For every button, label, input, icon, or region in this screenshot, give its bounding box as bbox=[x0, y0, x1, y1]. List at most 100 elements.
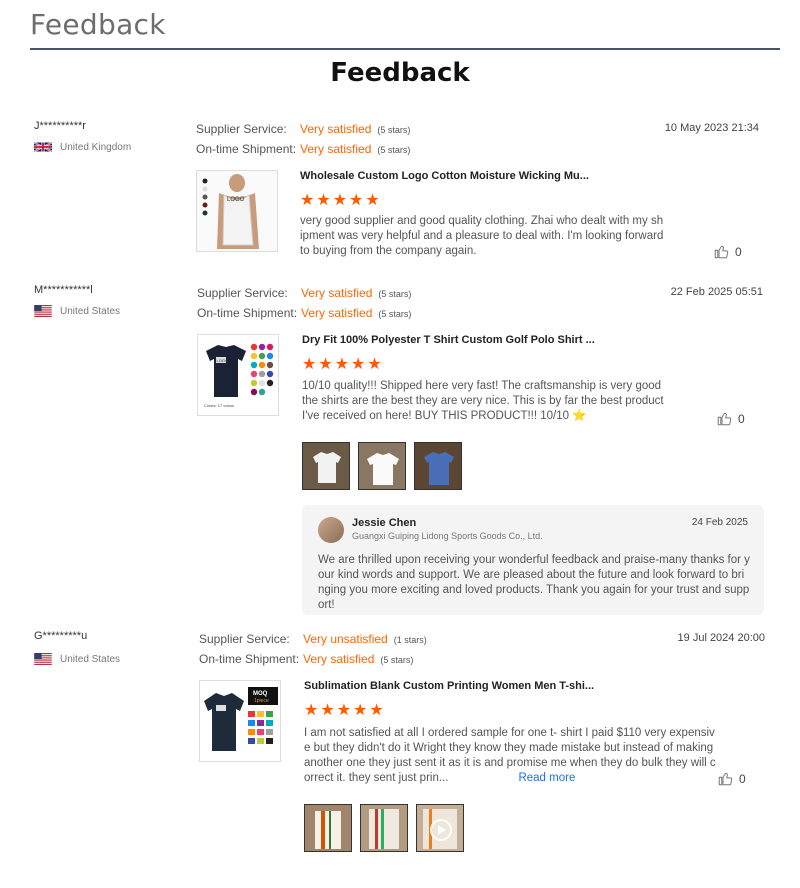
product-title[interactable]: Wholesale Custom Logo Cotton Moisture Wi… bbox=[300, 170, 589, 182]
review-photo[interactable] bbox=[302, 442, 350, 490]
thumbs-up-icon bbox=[717, 412, 732, 426]
review-item: G*********u United States Supplier Servi… bbox=[0, 630, 800, 860]
star-icon: ★ bbox=[332, 192, 348, 209]
uk-flag-icon bbox=[34, 141, 52, 153]
reply-text: We are thrilled upon receiving your wond… bbox=[318, 554, 750, 611]
star-rating: ★ ★ ★ ★ ★ bbox=[302, 357, 382, 373]
svg-text:1piece: 1piece bbox=[254, 698, 269, 704]
like-count: 0 bbox=[739, 771, 746, 786]
reviewer-country: United States bbox=[34, 305, 120, 317]
polo-shirt-image: LOGO Colors: 17 colors bbox=[198, 335, 278, 415]
blue-polo-photo bbox=[415, 443, 461, 489]
like-count: 0 bbox=[735, 244, 742, 259]
review-item: M***********l United States Supplier Ser… bbox=[0, 284, 800, 615]
review-item: J**********r United Kingdom Supplier Ser… bbox=[0, 120, 800, 270]
review-text-body: I am not satisfied at all I ordered samp… bbox=[304, 727, 716, 784]
supplier-service-rating: Supplier Service: Very satisfied (5 stars) bbox=[197, 286, 411, 300]
white-polo-photo bbox=[359, 443, 405, 489]
supplier-reply: Jessie Chen Guangxi Guiping Lidong Sport… bbox=[302, 505, 764, 615]
reviewer-country: United States bbox=[34, 653, 120, 665]
star-icon: ★ bbox=[320, 702, 335, 719]
video-thumbnail bbox=[417, 805, 463, 851]
white-polo-photo bbox=[303, 443, 349, 489]
star-icon: ★ bbox=[302, 356, 317, 373]
page-title: Feedback bbox=[330, 58, 470, 88]
avatar bbox=[318, 517, 344, 543]
star-icon: ★ bbox=[365, 192, 380, 209]
shirt-photo bbox=[305, 805, 351, 851]
star-rating: ★ ★ ★ ★ ★ bbox=[304, 703, 384, 719]
supplier-service-stars: (5 stars) bbox=[377, 125, 411, 135]
reviewer-info: J**********r United Kingdom bbox=[34, 120, 131, 153]
tank-top-image: LOGO bbox=[197, 171, 277, 251]
svg-text:LOGO: LOGO bbox=[227, 197, 245, 203]
star-icon: ★ bbox=[316, 192, 331, 209]
review-photo[interactable] bbox=[304, 804, 352, 852]
review-photos bbox=[304, 804, 464, 852]
star-icon: ★ bbox=[336, 702, 352, 719]
reviewer-info: G*********u United States bbox=[34, 630, 120, 665]
like-button[interactable]: 0 bbox=[714, 244, 742, 259]
reply-company-name: Guangxi Guiping Lidong Sports Goods Co.,… bbox=[352, 531, 543, 541]
review-text: 10/10 quality!!! Shipped here very fast!… bbox=[302, 380, 664, 422]
review-photo[interactable] bbox=[358, 442, 406, 490]
star-icon: ★ bbox=[351, 356, 366, 373]
star-icon: ★ bbox=[353, 702, 368, 719]
shipment-stars: (5 stars) bbox=[380, 655, 414, 665]
product-thumbnail[interactable]: LOGO bbox=[196, 170, 278, 252]
product-title[interactable]: Dry Fit 100% Polyester T Shirt Custom Go… bbox=[302, 334, 595, 346]
like-button[interactable]: 0 bbox=[717, 411, 745, 426]
star-icon: ★ bbox=[300, 192, 315, 209]
shipment-label: On-time Shipment: bbox=[196, 142, 297, 156]
supplier-service-rating: Supplier Service: Very unsatisfied (1 star… bbox=[199, 632, 427, 646]
review-date: 10 May 2023 21:34 bbox=[664, 122, 759, 134]
star-icon: ★ bbox=[349, 192, 364, 209]
svg-text:Colors: 17 colors: Colors: 17 colors bbox=[204, 403, 234, 408]
like-count: 0 bbox=[738, 411, 745, 426]
svg-text:LOGO: LOGO bbox=[217, 358, 229, 363]
review-video[interactable] bbox=[416, 804, 464, 852]
review-text: I am not satisfied at all I ordered samp… bbox=[304, 726, 720, 786]
review-text: very good supplier and good quality clot… bbox=[300, 215, 664, 257]
us-flag-icon bbox=[34, 653, 52, 665]
supplier-service-label: Supplier Service: bbox=[197, 286, 288, 300]
star-icon: ★ bbox=[369, 702, 384, 719]
country-label: United Kingdom bbox=[60, 141, 132, 153]
thumbs-up-icon bbox=[718, 772, 733, 786]
shipment-rating: On-time Shipment: Very satisfied (5 stars) bbox=[197, 306, 411, 320]
reviewer-country: United Kingdom bbox=[34, 141, 131, 153]
page-header-title: Feedback bbox=[30, 8, 166, 41]
svg-text:MOQ: MOQ bbox=[253, 691, 268, 697]
shipment-label: On-time Shipment: bbox=[199, 652, 300, 666]
like-button[interactable]: 0 bbox=[718, 771, 746, 786]
review-photo[interactable] bbox=[360, 804, 408, 852]
star-icon: ★ bbox=[334, 356, 350, 373]
reviewer-name: J**********r bbox=[34, 120, 86, 132]
star-icon: ★ bbox=[367, 356, 382, 373]
product-thumbnail[interactable]: LOGO Colors: 17 colors bbox=[197, 334, 279, 416]
supplier-service-rating: Supplier Service: Very satisfied (5 stars) bbox=[196, 122, 410, 136]
product-thumbnail[interactable]: MOQ 1piece bbox=[199, 680, 281, 762]
shipment-stars: (5 stars) bbox=[378, 309, 412, 319]
review-date: 19 Jul 2024 20:00 bbox=[677, 632, 765, 644]
reply-author-name: Jessie Chen bbox=[352, 517, 417, 529]
shipment-rating: On-time Shipment: Very satisfied (5 stars) bbox=[196, 142, 410, 156]
star-icon: ★ bbox=[304, 702, 319, 719]
shipment-rating: On-time Shipment: Very satisfied (5 stars) bbox=[199, 652, 413, 666]
review-date: 22 Feb 2025 05:51 bbox=[670, 286, 763, 298]
review-photo[interactable] bbox=[414, 442, 462, 490]
country-label: United States bbox=[60, 653, 121, 665]
reviewer-name: M***********l bbox=[34, 284, 93, 296]
reply-date: 24 Feb 2025 bbox=[691, 517, 748, 528]
product-title[interactable]: Sublimation Blank Custom Printing Women … bbox=[304, 680, 594, 692]
shipment-value: Very satisfied bbox=[301, 306, 373, 320]
supplier-service-value: Very unsatisfied bbox=[303, 632, 388, 646]
shipment-label: On-time Shipment: bbox=[197, 306, 298, 320]
star-icon: ★ bbox=[318, 356, 333, 373]
read-more-link[interactable]: Read more bbox=[518, 772, 575, 784]
review-photos bbox=[302, 442, 462, 490]
thumbs-up-icon bbox=[714, 245, 729, 259]
supplier-service-label: Supplier Service: bbox=[199, 632, 290, 646]
shirt-photo bbox=[361, 805, 407, 851]
supplier-service-label: Supplier Service: bbox=[196, 122, 287, 136]
